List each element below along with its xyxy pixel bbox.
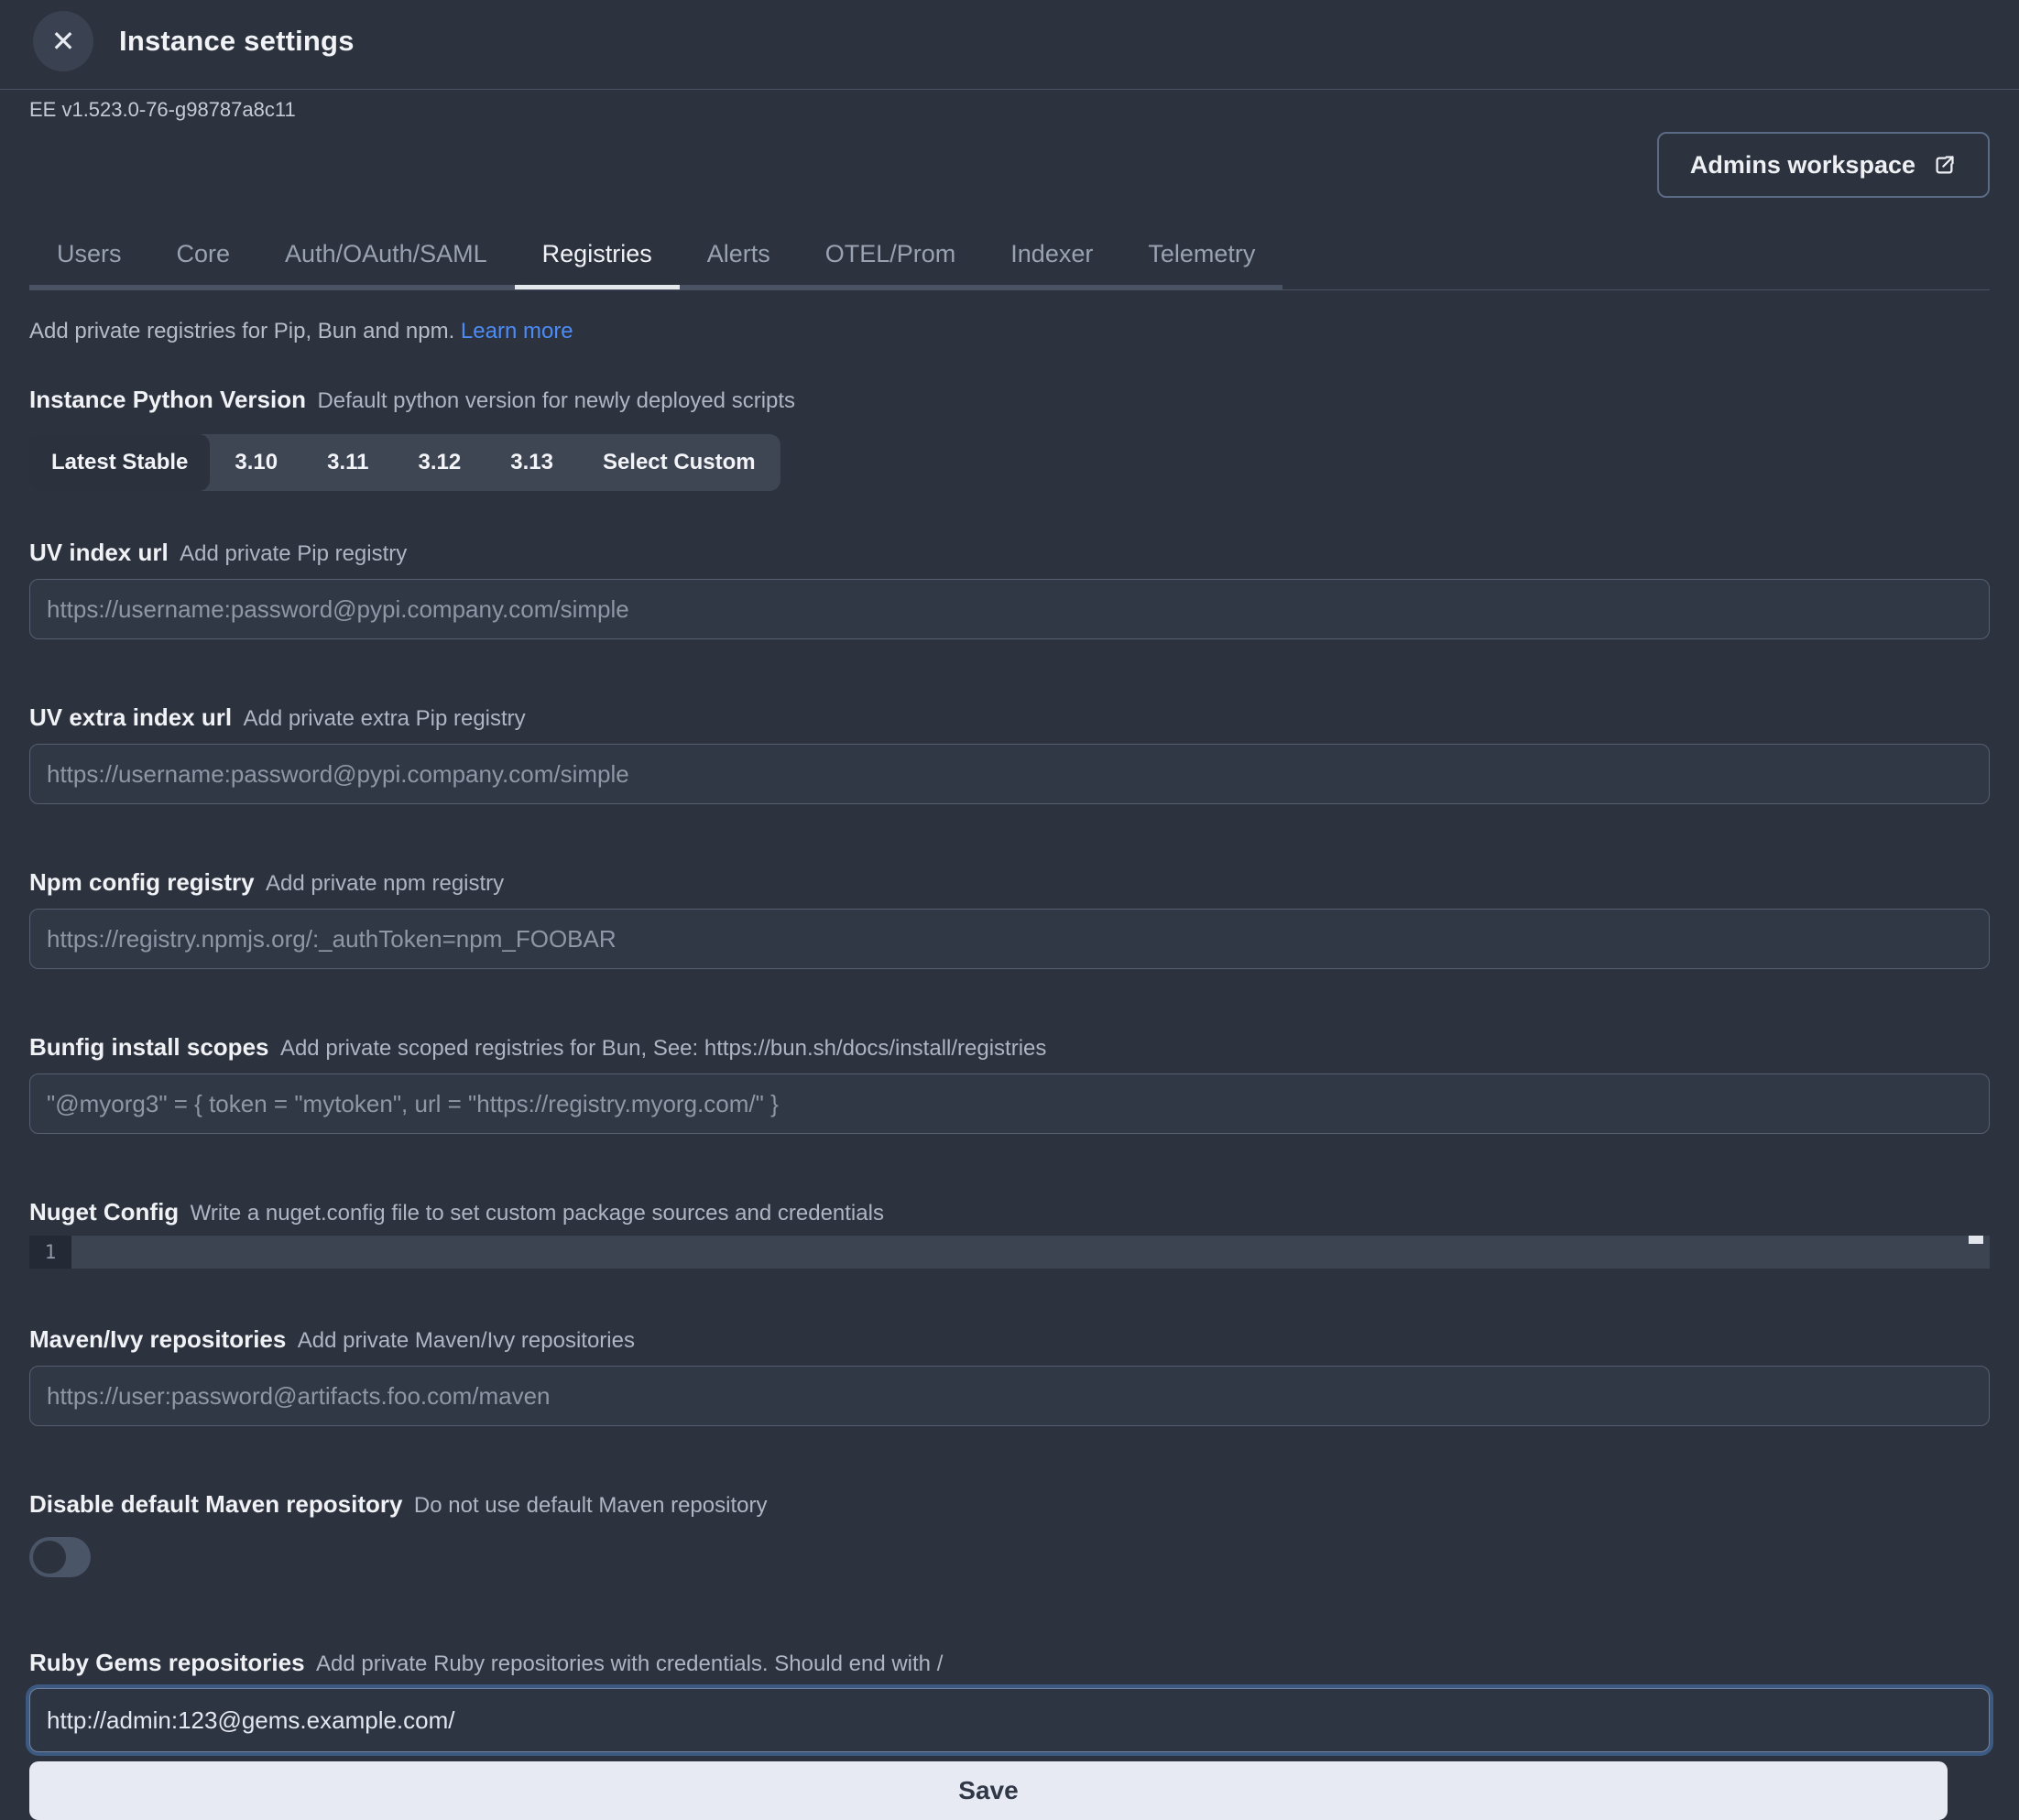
intro-line: Add private registries for Pip, Bun and …	[29, 318, 1990, 345]
nuget-config-description: Write a nuget.config file to set custom …	[191, 1201, 884, 1226]
tab-indexer[interactable]: Indexer	[983, 225, 1120, 289]
uv-extra-index-input[interactable]	[29, 744, 1990, 804]
tab-auth-oauth-saml[interactable]: Auth/OAuth/SAML	[257, 225, 515, 289]
maven-repos-description: Add private Maven/Ivy repositories	[298, 1328, 635, 1353]
nuget-editor-body[interactable]	[71, 1236, 1990, 1269]
python-option-latest-stable[interactable]: Latest Stable	[29, 434, 210, 491]
maven-disable-label: Disable default Maven repository	[29, 1490, 402, 1518]
ruby-gems-field: Ruby Gems repositories Add private Ruby …	[29, 1649, 1990, 1752]
modal-header: ✕ Instance settings	[0, 0, 2019, 82]
maven-disable-toggle[interactable]	[29, 1537, 91, 1577]
ruby-gems-description: Add private Ruby repositories with crede…	[316, 1651, 943, 1676]
intro-text: Add private registries for Pip, Bun and …	[29, 319, 454, 343]
save-button-label: Save	[958, 1776, 1018, 1804]
python-option-3-12[interactable]: 3.12	[394, 434, 486, 491]
maven-disable-field: Disable default Maven repository Do not …	[29, 1490, 1990, 1577]
version-text: EE v1.523.0-76-g98787a8c11	[29, 97, 1990, 123]
tab-telemetry[interactable]: Telemetry	[1120, 225, 1282, 289]
bunfig-field: Bunfig install scopes Add private scoped…	[29, 1033, 1990, 1134]
nuget-config-field: Nuget Config Write a nuget.config file t…	[29, 1198, 1990, 1269]
python-version-label-row: Instance Python Version Default python v…	[29, 386, 1990, 418]
npm-registry-label: Npm config registry	[29, 868, 255, 896]
bunfig-label: Bunfig install scopes	[29, 1033, 269, 1061]
uv-index-label: UV index url	[29, 539, 169, 566]
uv-index-field: UV index url Add private Pip registry	[29, 539, 1990, 639]
nuget-editor-scrollbar[interactable]	[1969, 1236, 1983, 1244]
python-option-3-13[interactable]: 3.13	[486, 434, 578, 491]
workspace-row: Admins workspace	[29, 132, 1990, 198]
tabs-bar: Users Core Auth/OAuth/SAML Registries Al…	[29, 225, 1990, 290]
tab-otel-prom[interactable]: OTEL/Prom	[798, 225, 984, 289]
clipped-heading: Windmill	[0, 82, 2019, 89]
npm-registry-input[interactable]	[29, 909, 1990, 969]
tab-core[interactable]: Core	[149, 225, 258, 289]
tab-list: Users Core Auth/OAuth/SAML Registries Al…	[29, 225, 1282, 289]
maven-disable-description: Do not use default Maven repository	[414, 1493, 768, 1518]
npm-registry-field: Npm config registry Add private npm regi…	[29, 868, 1990, 969]
bunfig-description: Add private scoped registries for Bun, S…	[280, 1036, 1046, 1061]
nuget-config-label: Nuget Config	[29, 1198, 179, 1226]
toggle-knob	[33, 1541, 66, 1574]
ruby-gems-input[interactable]	[29, 1688, 1990, 1752]
python-option-3-11[interactable]: 3.11	[302, 434, 393, 491]
ruby-gems-label: Ruby Gems repositories	[29, 1649, 305, 1676]
tab-alerts[interactable]: Alerts	[680, 225, 798, 289]
python-option-3-10[interactable]: 3.10	[210, 434, 302, 491]
close-button[interactable]: ✕	[33, 11, 93, 71]
bunfig-input[interactable]	[29, 1073, 1990, 1134]
admins-workspace-button[interactable]: Admins workspace	[1657, 132, 1990, 198]
uv-extra-index-field: UV extra index url Add private extra Pip…	[29, 703, 1990, 804]
maven-repos-field: Maven/Ivy repositories Add private Maven…	[29, 1325, 1990, 1426]
page-title: Instance settings	[119, 25, 355, 58]
npm-registry-description: Add private npm registry	[266, 871, 504, 896]
python-option-select-custom[interactable]: Select Custom	[578, 434, 780, 491]
python-version-label: Instance Python Version	[29, 386, 306, 413]
uv-extra-index-label: UV extra index url	[29, 703, 232, 731]
python-version-group: Latest Stable 3.10 3.11 3.12 3.13 Select…	[29, 434, 780, 491]
close-icon: ✕	[51, 27, 76, 56]
save-button[interactable]: Save	[29, 1761, 1948, 1820]
maven-repos-label: Maven/Ivy repositories	[29, 1325, 286, 1353]
nuget-config-editor[interactable]: 1	[29, 1236, 1990, 1269]
uv-extra-index-description: Add private extra Pip registry	[244, 706, 526, 731]
python-version-description: Default python version for newly deploye…	[317, 388, 795, 413]
learn-more-link[interactable]: Learn more	[461, 319, 573, 343]
tab-registries[interactable]: Registries	[515, 225, 680, 289]
external-link-icon	[1932, 153, 1957, 178]
maven-repos-input[interactable]	[29, 1366, 1990, 1426]
admins-workspace-label: Admins workspace	[1690, 151, 1915, 180]
uv-index-input[interactable]	[29, 579, 1990, 639]
nuget-line-number: 1	[29, 1236, 71, 1269]
header-divider	[0, 89, 2019, 90]
tab-users[interactable]: Users	[29, 225, 149, 289]
settings-content: EE v1.523.0-76-g98787a8c11 Admins worksp…	[0, 97, 2019, 1820]
uv-index-description: Add private Pip registry	[180, 541, 407, 566]
python-version-section: Instance Python Version Default python v…	[29, 386, 1990, 491]
